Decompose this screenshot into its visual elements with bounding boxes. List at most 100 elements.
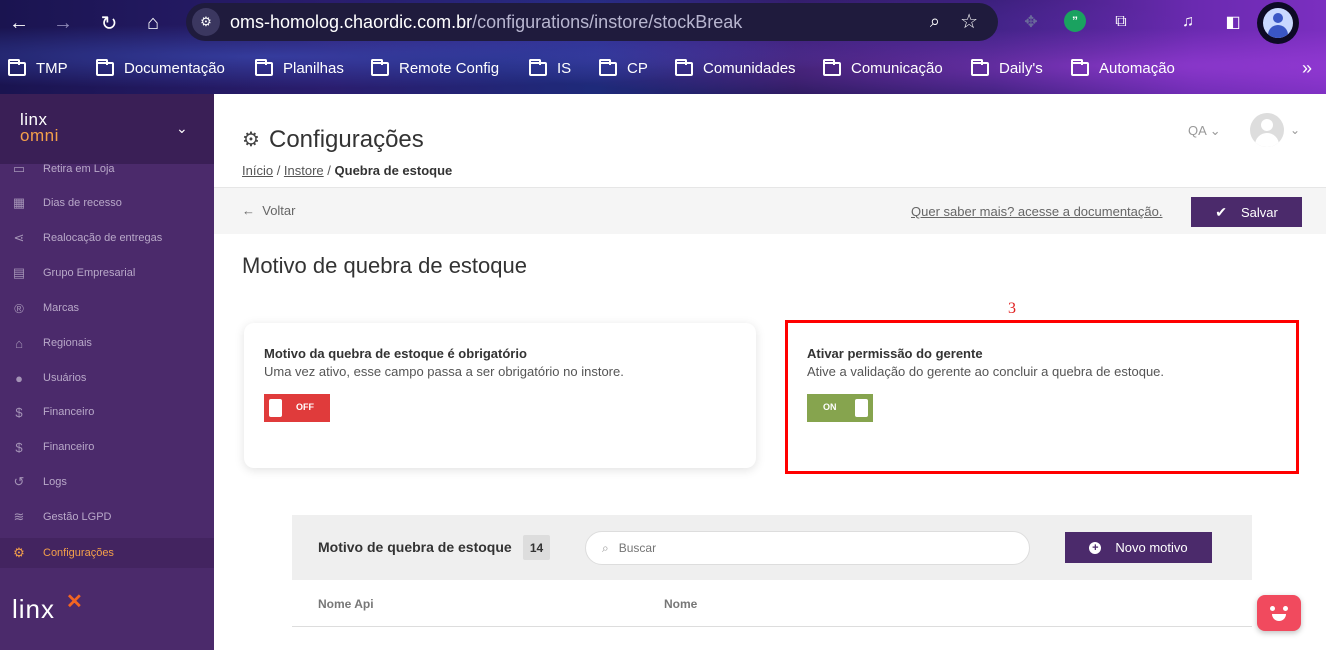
sidebar-item-grupo-empresarial[interactable]: ▤ Grupo Empresarial (0, 258, 214, 288)
chevron-down-icon[interactable]: ⌄ (1290, 123, 1300, 137)
annotation-number: 3 (1008, 300, 1016, 317)
building-icon: ▤ (12, 265, 26, 280)
breadcrumb-current: Quebra de estoque (334, 163, 453, 178)
sidebar-item-configuracoes[interactable]: ⚙ Configurações (0, 538, 214, 568)
users-icon: ● (15, 370, 23, 386)
back-label: Voltar (262, 203, 296, 218)
logo-omni-text: omni (20, 126, 59, 145)
column-header-nome-api[interactable]: Nome Api (318, 597, 374, 611)
extension-move-icon[interactable]: ✥ (1019, 10, 1043, 34)
url-text[interactable]: oms-homolog.chaordic.com.br/configuratio… (230, 12, 742, 33)
extension-quote-icon[interactable]: ” (1064, 10, 1086, 32)
sidebar-item-dias-de-recesso[interactable]: ▦ Dias de recesso (0, 188, 214, 218)
home-icon[interactable]: ⌂ (138, 8, 168, 38)
sidebar-item-regionais[interactable]: ⌂ Regionais (0, 328, 214, 358)
card-description: Uma vez ativo, esse campo passa a ser ob… (264, 364, 624, 379)
breadcrumb-instore-link[interactable]: Instore (284, 163, 324, 178)
sidebar-item-label: Regionais (43, 337, 92, 349)
dollar-icon: $ (15, 439, 23, 455)
sidebar-item-financeiro-2[interactable]: $ Financeiro (0, 432, 214, 462)
reload-icon[interactable]: ↻ (94, 8, 124, 38)
bookmark-folder[interactable]: CP (599, 58, 648, 77)
documentation-link[interactable]: Quer saber mais? acesse a documentação. (911, 204, 1162, 219)
gear-icon: ⚙ (13, 545, 25, 560)
annotation-highlight-box (785, 320, 1299, 474)
chatbot-icon[interactable] (1257, 595, 1301, 631)
folder-icon (8, 58, 26, 76)
bookmark-folder[interactable]: Documentação (96, 58, 225, 77)
sidebar-item-gestao-lgpd[interactable]: ≋ Gestão LGPD (0, 502, 214, 532)
bookmark-folder[interactable]: Planilhas (255, 58, 344, 77)
card-title: Motivo da quebra de estoque é obrigatóri… (264, 346, 527, 361)
chevron-down-icon[interactable]: ⌄ (176, 120, 188, 137)
bookmark-folder[interactable]: Comunicação (823, 58, 943, 77)
arrow-left-icon: ← (242, 203, 255, 218)
sidebar-item-financeiro[interactable]: $ Financeiro (0, 397, 214, 427)
save-button[interactable]: ✔ Salvar (1191, 197, 1302, 227)
sidebar-item-realocacao[interactable]: ⋖ Realocação de entregas (0, 223, 214, 253)
sidebar-item-label: Financeiro (43, 441, 95, 453)
bookmark-folder[interactable]: TMP (8, 58, 68, 77)
history-icon: ↺ (13, 474, 25, 489)
environment-selector[interactable]: QA ⌄ (1188, 123, 1221, 139)
extensions-puzzle-icon[interactable]: ⧉ (1109, 10, 1133, 34)
bookmark-folder[interactable]: IS (529, 58, 571, 77)
sidebar-item-label: Financeiro (43, 406, 95, 418)
new-reason-label: Novo motivo (1115, 540, 1188, 555)
forward-arrow-icon[interactable]: → (48, 8, 78, 38)
bookmark-label: Automação (1099, 60, 1175, 77)
new-reason-button[interactable]: + Novo motivo (1065, 532, 1212, 563)
bookmark-label: CP (627, 60, 648, 77)
sidebar-item-marcas[interactable]: ® Marcas (0, 293, 214, 323)
sidebar-item-usuarios[interactable]: ● Usuários (0, 363, 214, 393)
breadcrumb: Início / Instore / Quebra de estoque (242, 163, 453, 178)
linx-logo: linx (12, 594, 56, 624)
profile-avatar-icon[interactable] (1257, 2, 1299, 44)
bookmark-label: Daily's (999, 60, 1043, 77)
bookmark-folder[interactable]: Daily's (971, 58, 1043, 77)
more-bookmarks-icon[interactable]: » (1302, 58, 1312, 79)
bookmark-folder[interactable]: Comunidades (675, 58, 796, 77)
plus-circle-icon: + (1089, 541, 1102, 554)
divider (292, 626, 1252, 627)
back-arrow-icon[interactable]: ← (4, 8, 34, 38)
bookmark-folder[interactable]: Automação (1071, 58, 1175, 77)
required-toggle[interactable]: OFF (264, 394, 330, 422)
count-badge: 14 (523, 535, 550, 560)
sidebar-item-label: Marcas (43, 302, 80, 314)
search-input[interactable] (618, 541, 999, 555)
sidebar-item-logs[interactable]: ↺ Logs (0, 467, 214, 497)
zoom-icon[interactable]: ⌕ (930, 11, 940, 32)
folder-icon (971, 58, 989, 76)
sidebar: linx omni ⌄ ▭ Retira em Loja ▦ Dias de rece… (0, 94, 214, 650)
breadcrumb-home-link[interactable]: Início (242, 163, 273, 178)
avatar[interactable] (1250, 113, 1284, 147)
environment-label: QA (1188, 123, 1207, 138)
sidebar-item-label: Gestão LGPD (43, 511, 112, 523)
side-panel-icon[interactable]: ◧ (1221, 10, 1245, 34)
table-title: Motivo de quebra de estoque (318, 539, 512, 555)
database-icon: ≋ (13, 509, 25, 524)
store-icon: ▭ (12, 161, 26, 176)
site-settings-icon[interactable]: ⚙ (192, 8, 220, 36)
page-title: Configurações (269, 126, 424, 153)
chatbot-eye (1283, 606, 1288, 611)
bookmark-folder[interactable]: Remote Config (371, 58, 499, 77)
media-queue-icon[interactable]: ♫ (1176, 10, 1200, 34)
toggle-label: OFF (296, 402, 314, 412)
chatbot-mouth (1272, 614, 1286, 621)
column-header-nome[interactable]: Nome (664, 597, 697, 611)
bookmark-label: Comunidades (703, 60, 796, 77)
browser-chrome: ← → ↻ ⌂ ⚙ oms-homolog.chaordic.com.br/co… (0, 0, 1326, 94)
linx-omni-logo: linx omni (20, 111, 59, 145)
address-bar[interactable]: ⚙ oms-homolog.chaordic.com.br/configurat… (186, 3, 998, 41)
search-box[interactable]: ⌕ (585, 531, 1030, 565)
sidebar-item-retira-em-loja[interactable]: ▭ Retira em Loja (0, 154, 214, 184)
bookmark-star-icon[interactable]: ☆ (960, 9, 978, 34)
folder-icon (96, 58, 114, 76)
folder-icon (1071, 58, 1089, 76)
calendar-icon: ▦ (12, 195, 26, 210)
back-link[interactable]: ← Voltar (242, 203, 295, 218)
reasons-table: Motivo de quebra de estoque 14 ⌕ + Novo m… (292, 515, 1252, 650)
folder-icon (675, 58, 693, 76)
